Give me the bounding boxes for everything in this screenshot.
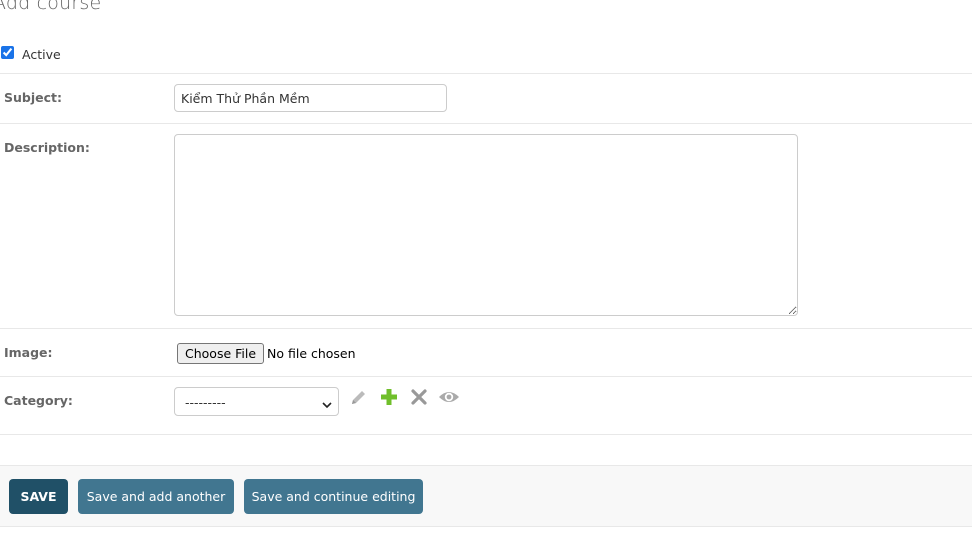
submit-row: SAVE Save and add another Save and conti… [0, 465, 972, 527]
active-checkbox[interactable] [1, 46, 14, 59]
active-row: Active [0, 38, 972, 74]
save-button[interactable]: SAVE [9, 479, 68, 514]
page-title: Add course [0, 0, 102, 14]
category-selected-value: --------- [185, 395, 226, 410]
plus-icon[interactable] [379, 387, 399, 407]
category-row: Category: --------- [0, 377, 972, 435]
subject-label: Subject: [4, 90, 62, 105]
description-label: Description: [4, 140, 90, 155]
pencil-icon[interactable] [349, 387, 369, 407]
category-select[interactable]: --------- [174, 387, 339, 416]
active-label[interactable]: Active [22, 47, 61, 62]
subject-row: Subject: [0, 74, 972, 124]
close-icon[interactable] [409, 387, 429, 407]
description-textarea[interactable] [174, 134, 798, 316]
chevron-down-icon [322, 397, 332, 412]
choose-file-button[interactable]: Choose File [177, 343, 265, 364]
image-row: Image: Choose File No file chosen [0, 329, 972, 377]
save-and-continue-button[interactable]: Save and continue editing [244, 479, 423, 514]
file-status: No file chosen [267, 346, 356, 361]
save-and-add-another-button[interactable]: Save and add another [78, 479, 234, 514]
eye-icon[interactable] [438, 387, 459, 407]
image-label: Image: [4, 345, 53, 360]
description-row: Description: [0, 124, 972, 329]
subject-input[interactable] [174, 84, 447, 112]
category-label: Category: [4, 393, 73, 408]
